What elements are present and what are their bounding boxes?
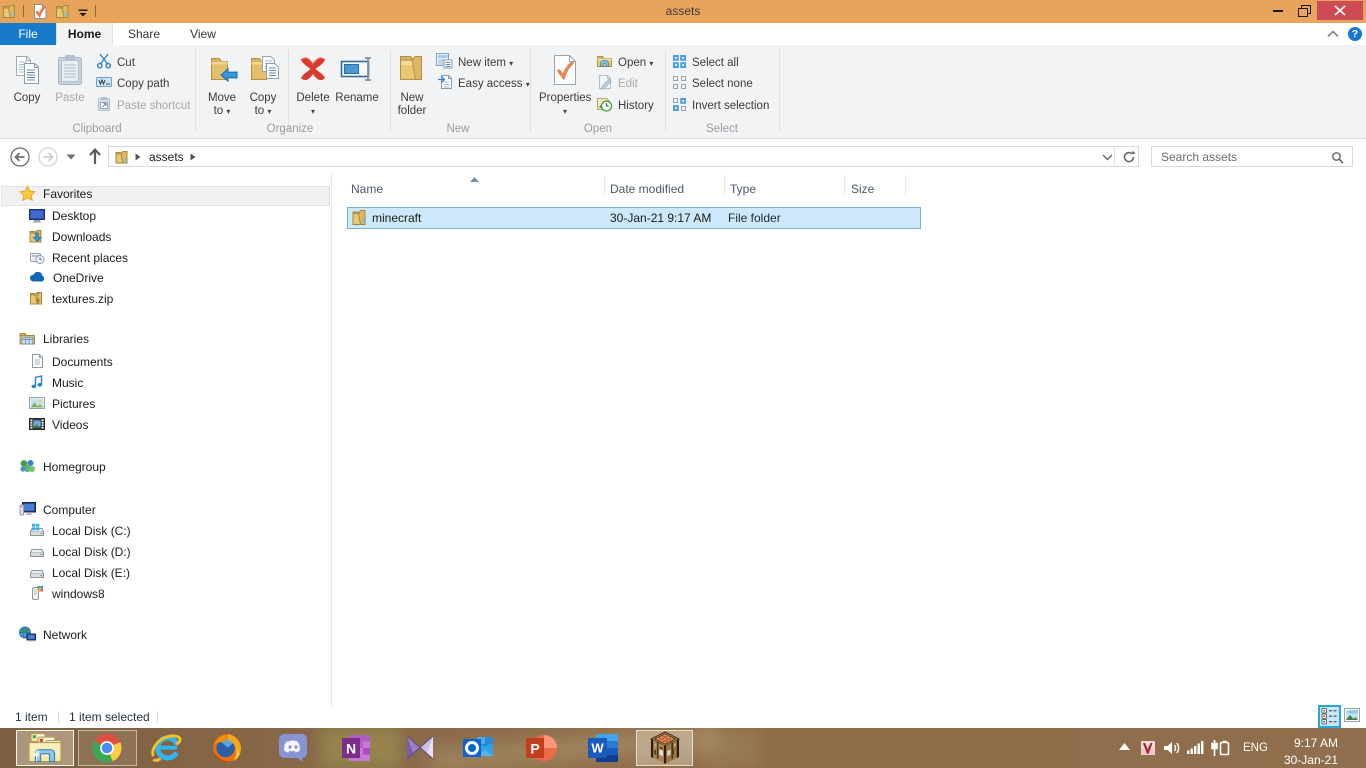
- svg-text:W: W: [591, 741, 604, 756]
- svg-text:N: N: [346, 741, 356, 757]
- svg-text:P: P: [530, 741, 539, 757]
